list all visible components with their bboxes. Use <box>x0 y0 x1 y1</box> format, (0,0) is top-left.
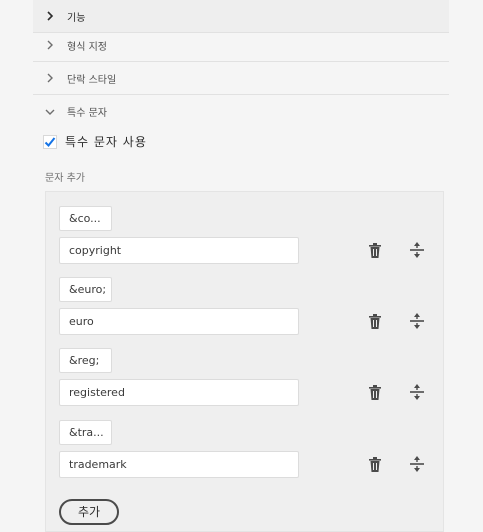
trash-icon[interactable] <box>367 384 383 400</box>
checkbox-label: 특수 문자 사용 <box>65 135 147 149</box>
entity-field[interactable]: &tra... <box>59 420 112 445</box>
entity-field[interactable]: &co... <box>59 206 112 231</box>
char-name-field[interactable]: euro <box>59 308 299 335</box>
accordion-paragraph-styles[interactable]: 단락 스타일 <box>33 62 449 95</box>
add-chars-label: 문자 추가 <box>45 173 85 184</box>
checkbox[interactable] <box>43 134 57 149</box>
accordion-label: 형식 지정 <box>67 41 107 53</box>
move-handle-icon[interactable] <box>409 313 425 329</box>
chevron-right-icon <box>43 9 57 23</box>
accordion-special-characters[interactable]: 특수 문자 <box>33 95 449 128</box>
move-handle-icon[interactable] <box>409 384 425 400</box>
entity-field[interactable]: &reg; <box>59 348 112 373</box>
accordion-label: 기능 <box>67 12 86 24</box>
move-handle-icon[interactable] <box>409 456 425 472</box>
entity-field[interactable]: &euro; <box>59 277 112 302</box>
use-special-chars-checkbox[interactable]: 특수 문자 사용 <box>43 133 147 150</box>
trash-icon[interactable] <box>367 456 383 472</box>
chevron-down-icon <box>43 105 57 119</box>
accordion-formatting[interactable]: 형식 지정 <box>33 29 449 62</box>
chevron-right-icon <box>43 71 57 85</box>
accordion-label: 단락 스타일 <box>67 74 117 86</box>
chevron-right-icon <box>43 38 57 52</box>
trash-icon[interactable] <box>367 313 383 329</box>
char-name-field[interactable]: trademark <box>59 451 299 478</box>
trash-icon[interactable] <box>367 242 383 258</box>
add-button[interactable]: 추가 <box>59 499 119 525</box>
char-name-field[interactable]: copyright <box>59 237 299 264</box>
move-handle-icon[interactable] <box>409 242 425 258</box>
char-name-field[interactable]: registered <box>59 379 299 406</box>
accordion-label: 특수 문자 <box>67 108 107 119</box>
checkmark-icon <box>44 136 56 147</box>
